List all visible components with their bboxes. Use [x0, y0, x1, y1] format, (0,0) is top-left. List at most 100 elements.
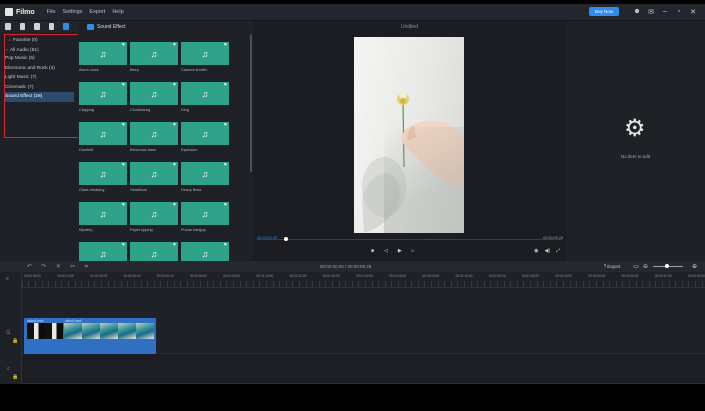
- close-icon[interactable]: ✕: [689, 8, 697, 16]
- minimize-icon[interactable]: –: [661, 8, 669, 16]
- favorite-icon[interactable]: ♥: [173, 242, 176, 248]
- delete-icon[interactable]: ✕: [56, 264, 61, 270]
- media-scrollbar[interactable]: [250, 34, 252, 172]
- sound-tile-label: Camera shutter: [181, 68, 208, 72]
- sound-tile[interactable]: ♫ ♥: [130, 202, 178, 225]
- favorite-icon[interactable]: ♥: [122, 202, 125, 208]
- sound-tile[interactable]: ♫ ♥: [130, 42, 178, 65]
- category-item[interactable]: Cinematic (7): [5, 83, 82, 93]
- favorite-icon[interactable]: ♥: [224, 42, 227, 48]
- menu-file[interactable]: File: [47, 9, 56, 15]
- sound-tile[interactable]: ♫ ♥: [79, 242, 127, 261]
- video-track-lock-icon[interactable]: 🔒: [12, 338, 18, 344]
- mail-icon[interactable]: ✉: [647, 8, 655, 16]
- sound-tile[interactable]: ♫ ♥: [181, 162, 229, 185]
- sound-tile[interactable]: ♫ ♥: [181, 122, 229, 145]
- sound-tile[interactable]: ♫ ♥: [79, 122, 127, 145]
- media-library: Sound Effect ♫ ♥ Alarm clock ♫ ♥ Beep ♫ ♥ Camera…: [78, 21, 252, 261]
- favorite-icon[interactable]: ♥: [173, 82, 176, 88]
- sound-tile[interactable]: ♫ ♥: [181, 42, 229, 65]
- track-menu-icon[interactable]: ≡: [6, 276, 9, 282]
- favorite-icon[interactable]: ♥: [224, 242, 227, 248]
- gear-icon: ⚙: [624, 115, 646, 142]
- category-item[interactable]: Sound Effect (28): [5, 92, 74, 102]
- category-list: ▸ Favorite (0) ▾ All Audio (51) Pop Music (5…: [4, 34, 82, 138]
- split-icon[interactable]: ✂: [70, 264, 75, 270]
- export-button[interactable]: ⤒ Export: [604, 264, 620, 269]
- sound-tile-label: Glass breaking: [79, 188, 105, 192]
- buy-now-button[interactable]: Buy Now: [588, 7, 619, 16]
- favorite-icon[interactable]: ♥: [173, 122, 176, 128]
- zoom-in-icon[interactable]: ⊕: [692, 263, 697, 270]
- favorite-icon[interactable]: ♥: [224, 82, 227, 88]
- sound-tile[interactable]: ♫ ♥: [130, 242, 178, 261]
- sound-tile[interactable]: ♫ ♥: [79, 202, 127, 225]
- step-forward-icon[interactable]: ▹: [412, 248, 415, 254]
- crop-icon[interactable]: ⌗: [85, 264, 88, 270]
- sound-tile[interactable]: ♫ ♥: [79, 42, 127, 65]
- undo-icon[interactable]: ↶: [27, 264, 32, 270]
- favorite-icon[interactable]: ♥: [173, 42, 176, 48]
- favorite-icon[interactable]: ♥: [224, 162, 227, 168]
- select-all-checkbox[interactable]: [87, 23, 94, 30]
- sound-tile[interactable]: ♫ ♥: [79, 82, 127, 105]
- video-clip[interactable]: video1.mp4 video2.mp4: [24, 318, 156, 354]
- favorite-icon[interactable]: ♥: [173, 202, 176, 208]
- favorite-icon[interactable]: ♥: [122, 82, 125, 88]
- user-icon[interactable]: ☻: [633, 8, 641, 16]
- preview-seek-handle[interactable]: [284, 237, 288, 241]
- menu-export[interactable]: Export: [89, 9, 105, 15]
- play-icon[interactable]: ▶: [398, 248, 402, 254]
- favorite-icon[interactable]: ♥: [122, 162, 125, 168]
- expand-caret-icon[interactable]: ▾: [6, 45, 8, 55]
- category-panel: ▸ Favorite (0) ▾ All Audio (51) Pop Music (5…: [0, 21, 82, 261]
- snapshot-icon[interactable]: ◉: [534, 248, 538, 254]
- transition-tab-icon[interactable]: [48, 23, 55, 30]
- maximize-icon[interactable]: ▫: [675, 8, 683, 16]
- audio-track[interactable]: [22, 354, 705, 384]
- sound-tile[interactable]: ♫ ♥: [181, 82, 229, 105]
- video-track[interactable]: video1.mp4 video2.mp4: [22, 288, 705, 354]
- fullscreen-icon[interactable]: ⤢: [556, 248, 560, 254]
- text-tab-icon[interactable]: [34, 23, 40, 30]
- category-item[interactable]: ▾ All Audio (51): [5, 45, 82, 55]
- category-item[interactable]: Light Music (7): [5, 73, 82, 83]
- playback-controls: ■ ◁ ▶ ▹: [371, 248, 424, 254]
- category-item[interactable]: Electronic and Rock (4): [5, 64, 82, 74]
- favorite-icon[interactable]: ♥: [122, 122, 125, 128]
- media-tab-icon[interactable]: [5, 23, 11, 30]
- zoom-out-icon[interactable]: ⊖: [643, 263, 648, 270]
- favorite-icon[interactable]: ♥: [224, 202, 227, 208]
- timeline-ruler[interactable]: 00:00:00:00 00:00:10:00 00:00:20:00 00:00:3…: [22, 272, 705, 288]
- stop-icon[interactable]: ■: [371, 248, 374, 254]
- effects-tab-icon[interactable]: [63, 23, 69, 30]
- audio-tab-icon[interactable]: [19, 23, 26, 30]
- sound-tile[interactable]: ♫ ♥: [181, 202, 229, 225]
- sound-tile[interactable]: ♫ ♥: [181, 242, 229, 261]
- audio-track-icon: ♫: [6, 366, 10, 372]
- music-note-icon: ♫: [201, 88, 209, 99]
- sound-tile[interactable]: ♫ ♥: [79, 162, 127, 185]
- expand-caret-icon[interactable]: ▸: [9, 35, 11, 45]
- sound-tile[interactable]: ♫ ♥: [130, 122, 178, 145]
- redo-icon[interactable]: ↷: [41, 264, 46, 270]
- menu-help[interactable]: Help: [112, 9, 123, 15]
- step-back-icon[interactable]: ◁: [384, 248, 388, 254]
- preview-tools: ◉ ◀) ⤢: [528, 248, 560, 254]
- sound-tile[interactable]: ♫ ♥: [130, 162, 178, 185]
- screen-icon[interactable]: ▭: [633, 263, 639, 270]
- volume-icon[interactable]: ◀): [544, 248, 550, 254]
- favorite-icon[interactable]: ♥: [122, 242, 125, 248]
- favorite-icon[interactable]: ♥: [173, 162, 176, 168]
- menu-settings[interactable]: Settings: [63, 9, 83, 15]
- category-item[interactable]: ▸ Favorite (0): [5, 35, 82, 45]
- favorite-icon[interactable]: ♥: [224, 122, 227, 128]
- sound-tile[interactable]: ♫ ♥: [130, 82, 178, 105]
- zoom-slider-handle[interactable]: [664, 264, 669, 268]
- favorite-icon[interactable]: ♥: [122, 42, 125, 48]
- ruler-label: 00:01:30:00: [322, 274, 340, 278]
- zoom-slider[interactable]: [652, 264, 683, 268]
- category-item[interactable]: Pop Music (5): [5, 54, 82, 64]
- preview-seek-bar[interactable]: [257, 239, 562, 240]
- audio-track-lock-icon[interactable]: 🔒: [12, 374, 18, 380]
